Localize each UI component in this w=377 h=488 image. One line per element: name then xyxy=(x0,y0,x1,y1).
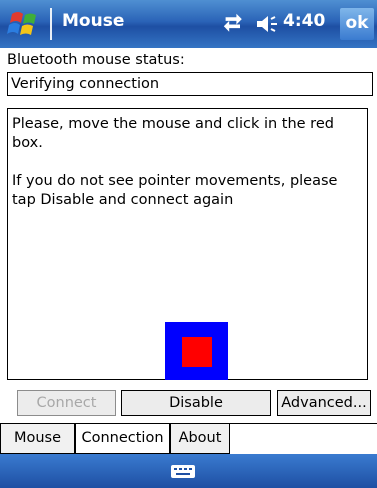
title-bar: Mouse 4:40 ok xyxy=(0,0,377,48)
message-panel[interactable]: Please, move the mouse and click in the … xyxy=(7,108,368,380)
connectivity-icon[interactable] xyxy=(222,13,246,35)
title-separator xyxy=(50,8,52,40)
tab-about[interactable]: About xyxy=(170,424,230,454)
tab-mouse[interactable]: Mouse xyxy=(0,424,75,454)
ok-button[interactable]: ok xyxy=(340,8,374,40)
app-title: Mouse xyxy=(62,11,125,31)
clock[interactable]: 4:40 xyxy=(283,11,325,31)
volume-icon[interactable] xyxy=(255,13,279,35)
status-field: Verifying connection xyxy=(7,72,373,96)
connect-button[interactable]: Connect xyxy=(17,390,116,416)
red-target-square[interactable] xyxy=(182,337,212,367)
bottom-bar xyxy=(0,454,377,488)
windows-flag-icon[interactable] xyxy=(4,6,44,42)
disable-button[interactable]: Disable xyxy=(121,390,271,416)
keyboard-icon[interactable] xyxy=(170,462,196,480)
advanced-button[interactable]: Advanced... xyxy=(277,390,371,416)
click-target-box[interactable] xyxy=(165,322,228,380)
tab-connection[interactable]: Connection xyxy=(75,424,170,454)
instruction-text: Please, move the mouse and click in the … xyxy=(12,116,338,208)
status-label: Bluetooth mouse status: xyxy=(7,52,185,68)
